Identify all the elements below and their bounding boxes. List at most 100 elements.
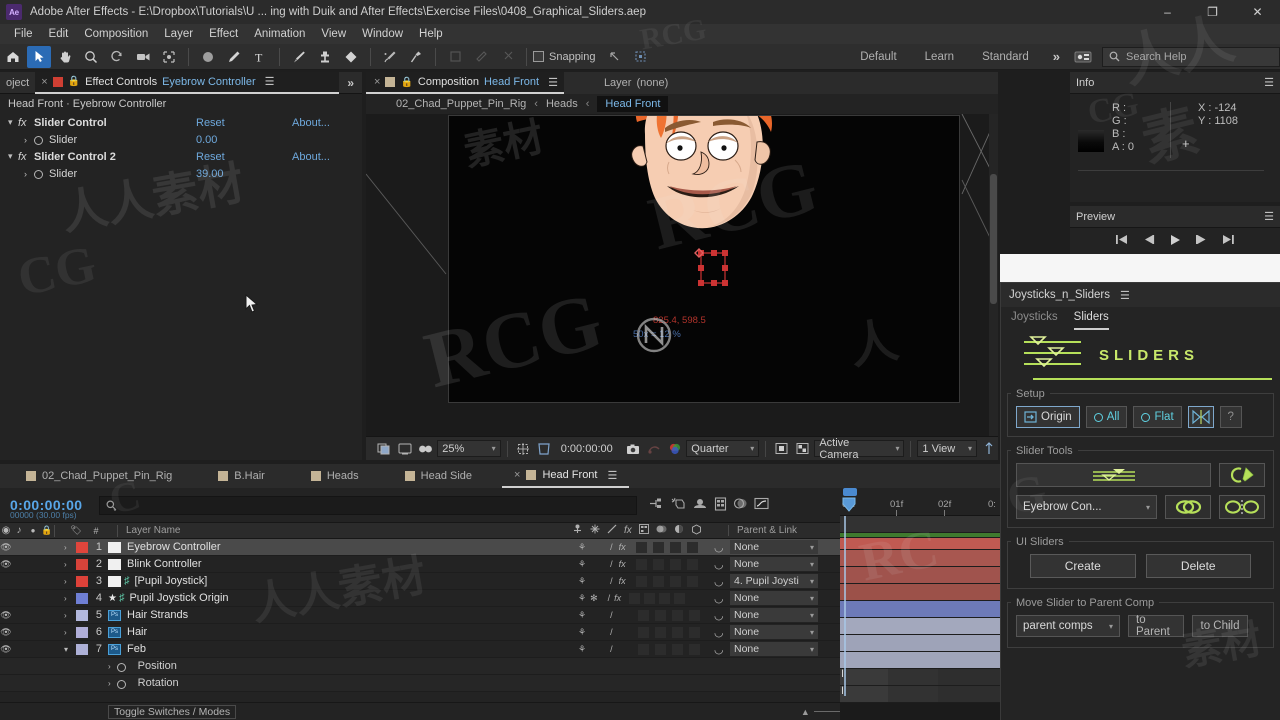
property-value[interactable]: 39.00 xyxy=(196,168,224,180)
parent-link-pick-whip-icon[interactable]: ◡ xyxy=(714,558,724,571)
tab-heads[interactable]: Heads xyxy=(299,464,371,488)
timeline-search-input[interactable] xyxy=(98,495,637,515)
quality-switch-icon[interactable]: / xyxy=(610,644,613,654)
parent-select[interactable]: None ▾ xyxy=(730,642,818,656)
draft-3d-icon[interactable] xyxy=(670,497,686,514)
menu-window[interactable]: Window xyxy=(354,26,411,42)
layer-bar[interactable] xyxy=(840,550,1000,567)
parent-link-pick-whip-icon[interactable]: ◡ xyxy=(714,609,724,622)
snapping-checkbox[interactable] xyxy=(533,51,544,62)
grid-snap-icon[interactable] xyxy=(629,46,653,68)
workspace-learn[interactable]: Learn xyxy=(911,51,968,63)
tab-composition[interactable]: × 🔒 Composition Head Front ☰ xyxy=(366,72,564,94)
parent-link-pick-whip-icon[interactable]: ◡ xyxy=(714,592,724,605)
brush-tool-icon[interactable] xyxy=(287,46,311,68)
parent-select[interactable]: 4. Pupil Joysti ▾ xyxy=(730,574,818,588)
layer-name[interactable]: [Pupil Joystick] xyxy=(135,575,208,587)
region-of-interest-icon[interactable] xyxy=(514,440,533,458)
composition-canvas[interactable]: RCG RCG 素材 人 825.4, 598.5 50x = 12 % xyxy=(417,115,960,405)
to-child-button[interactable]: to Child xyxy=(1192,615,1248,637)
workspace-settings-icon[interactable] xyxy=(1071,46,1095,68)
menu-view[interactable]: View xyxy=(313,26,354,42)
panel-menu-icon[interactable]: ☰ xyxy=(1264,210,1274,223)
layer-bar[interactable] xyxy=(840,618,1000,635)
create-slider-button[interactable] xyxy=(1016,463,1211,487)
tab-head-front[interactable]: × Head Front ☰ xyxy=(502,464,630,488)
time-ruler[interactable]: 00f 01f 02f 0: xyxy=(840,488,1000,516)
pen-tool-icon[interactable] xyxy=(222,46,246,68)
menu-edit[interactable]: Edit xyxy=(41,26,77,42)
disclosure-triangle-icon[interactable]: ▾ xyxy=(8,117,18,128)
property-track[interactable] xyxy=(840,686,1000,703)
fx-switch-icon[interactable]: fx xyxy=(619,559,626,569)
close-button[interactable]: ✕ xyxy=(1235,0,1280,24)
all-button[interactable]: All xyxy=(1085,406,1128,428)
breadcrumb-item-2[interactable]: Head Front xyxy=(597,96,669,112)
camera-tool-icon[interactable] xyxy=(131,46,155,68)
previous-frame-icon[interactable] xyxy=(1142,234,1155,248)
menu-animation[interactable]: Animation xyxy=(246,26,313,42)
tab-b-hair[interactable]: B.Hair xyxy=(206,464,277,488)
effect-about-link[interactable]: About... xyxy=(292,117,330,129)
link-pen-button[interactable] xyxy=(1219,463,1265,487)
tab-02-chad-puppet-pin-rig[interactable]: 02_Chad_Puppet_Pin_Rig xyxy=(14,464,184,488)
breadcrumb-item-1[interactable]: Heads xyxy=(546,98,578,110)
parent-switch-icon[interactable]: ⚘ xyxy=(578,627,586,638)
visibility-toggle[interactable]: 👁 xyxy=(0,542,12,553)
layer-disclosure-icon[interactable]: › xyxy=(64,594,76,603)
quality-switch-icon[interactable]: / xyxy=(610,627,613,637)
parent-link-pick-whip-icon[interactable]: ◡ xyxy=(714,541,724,554)
layer-bar[interactable] xyxy=(840,652,1000,669)
parent-link-pick-whip-icon[interactable]: ◡ xyxy=(714,575,724,588)
current-time-display[interactable]: 0:00:00:00 xyxy=(555,440,622,457)
property-disclosure-icon[interactable]: › xyxy=(24,169,34,179)
layer-bar[interactable] xyxy=(840,584,1000,601)
menu-composition[interactable]: Composition xyxy=(76,26,156,42)
parent-switch-icon[interactable]: ⚘ xyxy=(578,542,586,553)
enable-motion-blur-icon[interactable] xyxy=(733,497,748,513)
effect-row-slider-control[interactable]: ▾ fx Slider Control Reset About... xyxy=(0,114,362,131)
tab-close-icon[interactable]: × xyxy=(41,76,47,88)
fx-switch-icon[interactable]: fx xyxy=(619,542,626,552)
anchor-point-tool-icon[interactable] xyxy=(157,46,181,68)
panel-menu-icon[interactable]: ☰ xyxy=(1264,76,1274,89)
resolution-select[interactable]: Quarter ▾ xyxy=(686,440,760,457)
controller-select[interactable]: Eyebrow Con... ▾ xyxy=(1016,495,1157,519)
views-select[interactable]: 1 View ▾ xyxy=(917,440,977,457)
effect-reset-link[interactable]: Reset xyxy=(196,151,225,163)
type-tool-icon[interactable]: T xyxy=(248,46,272,68)
quality-switch-icon[interactable]: / xyxy=(610,542,613,552)
delete-button[interactable]: Delete xyxy=(1145,554,1251,578)
tab-project[interactable]: oject xyxy=(0,72,35,94)
layer-label-color[interactable] xyxy=(76,609,88,621)
layer-name[interactable]: Hair xyxy=(127,626,147,638)
play-icon[interactable] xyxy=(1169,234,1181,249)
effect-about-link[interactable]: About... xyxy=(292,151,330,163)
layer-disclosure-icon[interactable]: › xyxy=(64,628,76,637)
playhead-icon[interactable] xyxy=(842,497,858,513)
layer-name[interactable]: Hair Strands xyxy=(127,609,188,621)
snap-guides-icon[interactable] xyxy=(603,46,627,68)
disclosure-triangle-icon[interactable]: ▾ xyxy=(8,151,18,162)
always-preview-icon[interactable] xyxy=(374,440,393,458)
zoom-select[interactable]: 25% ▾ xyxy=(437,440,501,457)
parent-select[interactable]: None ▾ xyxy=(730,608,818,622)
breadcrumb-item-0[interactable]: 02_Chad_Puppet_Pin_Rig xyxy=(396,98,526,110)
puppet-overlap-tool-icon[interactable] xyxy=(495,46,519,68)
layer-name[interactable]: Feb xyxy=(127,643,146,655)
hide-shy-layers-icon[interactable] xyxy=(692,497,708,514)
layer-label-color[interactable] xyxy=(76,626,88,638)
null-object-selection[interactable] xyxy=(687,245,737,293)
parent-switch-icon[interactable]: ⚘ xyxy=(578,644,586,655)
visibility-toggle[interactable]: 👁 xyxy=(0,627,12,638)
enable-frame-blending-icon[interactable] xyxy=(714,496,727,514)
menu-effect[interactable]: Effect xyxy=(201,26,246,42)
parent-switch-icon[interactable]: ⚘ xyxy=(578,610,586,621)
menu-file[interactable]: File xyxy=(6,26,41,42)
layer-name[interactable]: Eyebrow Controller xyxy=(127,541,221,553)
layer-disclosure-icon[interactable]: › xyxy=(64,543,76,552)
fx-switch-icon[interactable]: fx xyxy=(619,576,626,586)
parent-switch-icon[interactable]: ⚘ xyxy=(578,576,586,587)
parent-comps-select[interactable]: parent comps ▾ xyxy=(1016,615,1120,637)
layer-bar[interactable] xyxy=(840,567,1000,584)
